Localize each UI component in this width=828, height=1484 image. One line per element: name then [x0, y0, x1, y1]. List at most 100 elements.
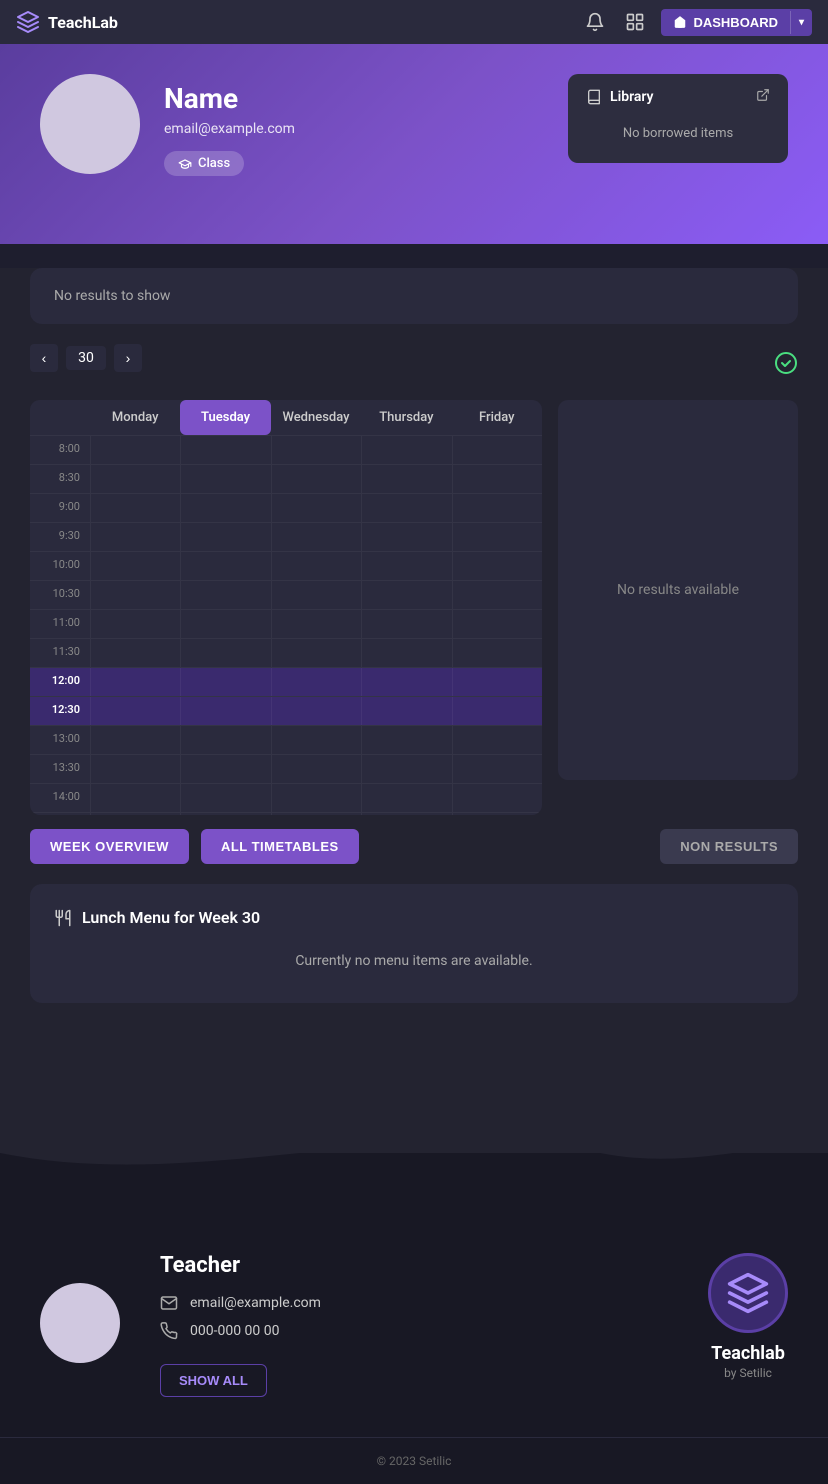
- lunch-section: Lunch Menu for Week 30 Currently no menu…: [30, 884, 798, 1003]
- timetable-day-cell: [90, 523, 180, 551]
- timetable-day-cell: [452, 610, 542, 638]
- timetable-row: 9:30: [30, 522, 542, 551]
- check-icon: [774, 351, 798, 381]
- timetable-wrap: Monday Tuesday Wednesday Thursday Friday…: [30, 400, 542, 815]
- timetable-day-cell: [452, 784, 542, 812]
- timetable-day-cell: [90, 581, 180, 609]
- timetable-day-cell: [452, 494, 542, 522]
- book-icon: [586, 89, 602, 105]
- lunch-title: Lunch Menu for Week 30: [82, 908, 260, 927]
- timetable-day-cell: [452, 813, 542, 815]
- timetable-day-cell: [452, 755, 542, 783]
- timetable-day-cell: [180, 668, 270, 696]
- teachlab-footer-icon: [726, 1271, 770, 1315]
- timetable-time-cell: 10:30: [30, 581, 90, 609]
- timetable-day-friday[interactable]: Friday: [452, 400, 542, 435]
- timetable-day-cell: [361, 813, 451, 815]
- external-link-icon[interactable]: [756, 88, 770, 106]
- timetable-day-cell: [90, 668, 180, 696]
- timetable-day-cell: [452, 465, 542, 493]
- timetable-buttons: WEEK OVERVIEW ALL TIMETABLES NON RESULTS: [30, 829, 798, 864]
- timetable-day-monday[interactable]: Monday: [90, 400, 180, 435]
- topnav-right: DASHBOARD ▾: [581, 8, 812, 36]
- no-results-panel-text: No results available: [617, 582, 739, 598]
- library-no-items: No borrowed items: [586, 118, 770, 149]
- timetable-row: 11:30: [30, 638, 542, 667]
- week-overview-button[interactable]: WEEK OVERVIEW: [30, 829, 189, 864]
- timetable-day-cell: [271, 494, 361, 522]
- timetable-day-cell: [90, 436, 180, 464]
- class-label: Class: [198, 156, 230, 171]
- timetable-day-cell: [180, 523, 270, 551]
- dashboard-dropdown-arrow[interactable]: ▾: [790, 11, 812, 34]
- timetable-day-cell: [452, 639, 542, 667]
- timetable-day-cell: [452, 697, 542, 725]
- footer-by-label: by Setilic: [724, 1366, 772, 1380]
- library-card-header: Library: [586, 88, 770, 106]
- timetable-day-cell: [271, 639, 361, 667]
- timetable-time-cell: 14:30: [30, 813, 90, 815]
- teacher-email: email@example.com: [190, 1295, 321, 1311]
- timetable-day-tuesday[interactable]: Tuesday: [180, 400, 270, 435]
- timetable-day-cell: [180, 784, 270, 812]
- footer-section: Teacher email@example.com 000-000 00 00 …: [0, 1193, 828, 1437]
- timetable-container: Monday Tuesday Wednesday Thursday Friday…: [30, 400, 798, 815]
- library-card: Library No borrowed items: [568, 74, 788, 163]
- timetable-day-thursday[interactable]: Thursday: [361, 400, 451, 435]
- teacher-phone: 000-000 00 00: [190, 1323, 280, 1339]
- timetable-time-cell: 9:30: [30, 523, 90, 551]
- footer-info: Teacher email@example.com 000-000 00 00 …: [160, 1253, 668, 1397]
- timetable-day-cell: [452, 581, 542, 609]
- timetable-day-cell: [90, 465, 180, 493]
- timetable-day-cell: [180, 726, 270, 754]
- non-results-button[interactable]: NON RESULTS: [660, 829, 798, 864]
- no-results-banner: No results to show: [30, 268, 798, 324]
- class-badge[interactable]: Class: [164, 151, 244, 176]
- grid-button[interactable]: [621, 8, 649, 36]
- grid-icon: [625, 12, 645, 32]
- timetable-row: 8:00: [30, 435, 542, 464]
- timetable-row: 13:00: [30, 725, 542, 754]
- timetable-time-cell: 12:30: [30, 697, 90, 725]
- timetable-time-cell: 13:30: [30, 755, 90, 783]
- timetable-row: 10:30: [30, 580, 542, 609]
- notification-button[interactable]: [581, 8, 609, 36]
- timetable-day-cell: [90, 610, 180, 638]
- lunch-empty: Currently no menu items are available.: [54, 943, 774, 979]
- timetable-day-cell: [90, 726, 180, 754]
- timetable-row: 14:00: [30, 783, 542, 812]
- timetable-day-cell: [361, 668, 451, 696]
- prev-week-button[interactable]: ‹: [30, 344, 58, 372]
- dashboard-button[interactable]: DASHBOARD ▾: [661, 9, 812, 36]
- timetable-day-cell: [180, 465, 270, 493]
- timetable-day-cell: [361, 784, 451, 812]
- timetable-day-wednesday[interactable]: Wednesday: [271, 400, 361, 435]
- lunch-header: Lunch Menu for Week 30: [54, 908, 774, 927]
- footer-logo-circle: [708, 1253, 788, 1333]
- utensils-icon: [54, 909, 72, 927]
- timetable-day-cell: [180, 436, 270, 464]
- timetable-day-cell: [452, 436, 542, 464]
- timetable-day-cell: [452, 668, 542, 696]
- timetable-day-cell: [271, 610, 361, 638]
- home-icon: [673, 15, 687, 29]
- next-week-button[interactable]: ›: [114, 344, 142, 372]
- timetable-day-cell: [452, 726, 542, 754]
- app-logo: TeachLab: [16, 10, 118, 34]
- timetable-time-cell: 8:00: [30, 436, 90, 464]
- timetable-day-cell: [361, 465, 451, 493]
- timetable-header-empty: [30, 400, 90, 435]
- timetable-day-cell: [90, 494, 180, 522]
- timetable-day-cell: [180, 697, 270, 725]
- timetable-day-cell: [180, 813, 270, 815]
- library-title: Library: [610, 89, 654, 105]
- timetable-day-cell: [271, 784, 361, 812]
- timetable-day-cell: [361, 755, 451, 783]
- timetable-day-cell: [271, 755, 361, 783]
- timetable-row: 13:30: [30, 754, 542, 783]
- all-timetables-button[interactable]: ALL TIMETABLES: [201, 829, 359, 864]
- calendar-section: ‹ 30 › Monday Tuesday Wednesday Thur: [30, 344, 798, 864]
- timetable-day-cell: [452, 523, 542, 551]
- timetable-day-cell: [90, 755, 180, 783]
- timetable-day-cell: [271, 465, 361, 493]
